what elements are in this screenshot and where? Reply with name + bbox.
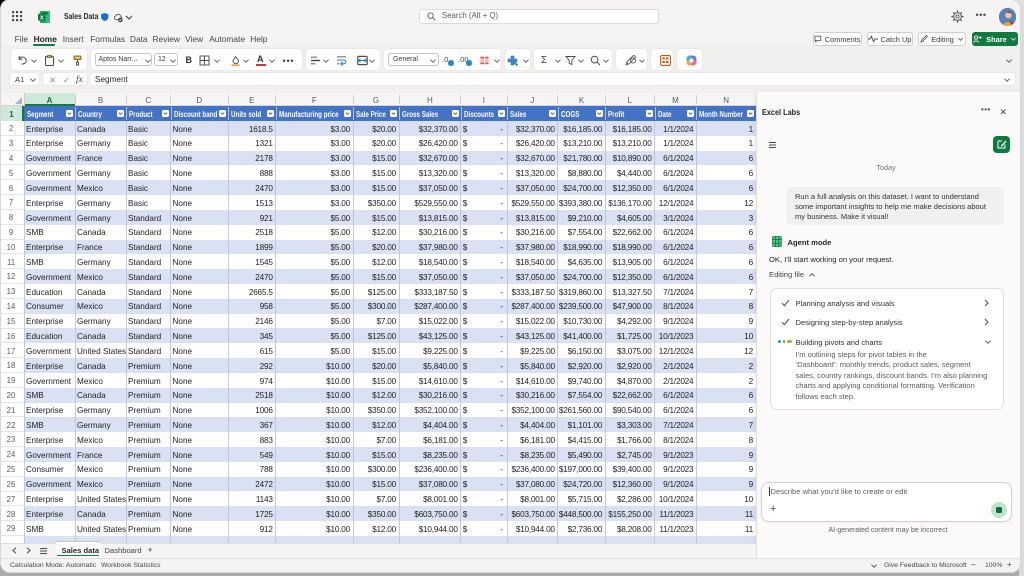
svg-text:X: X bbox=[39, 15, 43, 21]
